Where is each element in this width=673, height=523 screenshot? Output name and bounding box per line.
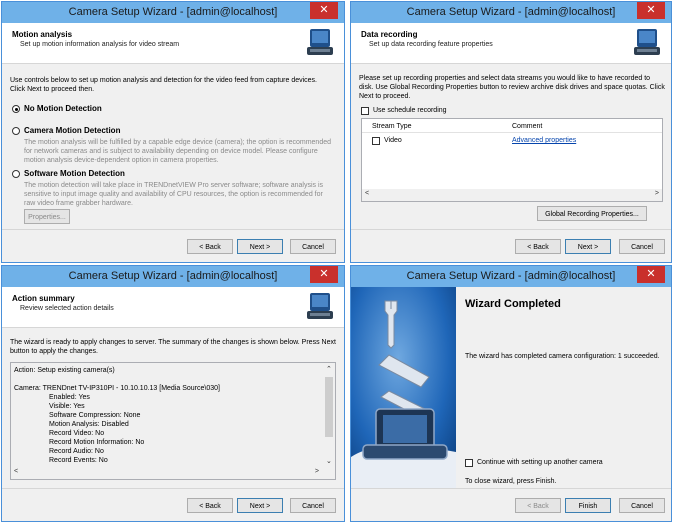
data-recording-window: Camera Setup Wizard - [admin@localhost] …: [350, 1, 672, 263]
streams-list[interactable]: Stream Type Comment Video Advanced prope…: [361, 118, 663, 202]
completed-heading: Wizard Completed: [465, 298, 561, 310]
continue-setup-checkbox[interactable]: [465, 459, 473, 467]
wizard-body: Use controls below to set up motion anal…: [2, 64, 344, 230]
next-button[interactable]: Next >: [237, 239, 283, 254]
properties-button[interactable]: Properties...: [24, 209, 70, 224]
cancel-button[interactable]: Cancel: [619, 498, 665, 513]
wizard-header: Action summary Review selected action de…: [2, 287, 344, 328]
completion-message: The wizard has completed camera configur…: [465, 353, 660, 360]
close-button[interactable]: ✕: [637, 2, 665, 19]
header-subtitle: Review selected action details: [20, 305, 114, 312]
horizontal-scrollbar[interactable]: < >: [11, 467, 335, 479]
close-instruction: To close wizard, press Finish.: [465, 478, 557, 485]
title-bar[interactable]: Camera Setup Wizard - [admin@localhost] …: [2, 266, 344, 287]
camera-wizard-icon: [307, 293, 333, 319]
wizard-footer: < Back Finish Cancel: [351, 488, 671, 521]
scroll-left-icon[interactable]: <: [365, 190, 369, 197]
cancel-button[interactable]: Cancel: [619, 239, 665, 254]
next-button[interactable]: Next >: [565, 239, 611, 254]
schedule-recording-checkbox[interactable]: [361, 107, 369, 115]
cancel-button[interactable]: Cancel: [290, 498, 336, 513]
scroll-left-icon[interactable]: <: [14, 468, 18, 475]
wizard-header: Data recording Set up data recording fea…: [351, 23, 671, 64]
motion-analysis-window: Camera Setup Wizard - [admin@localhost] …: [1, 1, 345, 263]
wizard-banner: [351, 287, 456, 490]
summary-line: Record Motion Information: No: [49, 439, 145, 446]
scroll-up-icon[interactable]: ⌃: [326, 365, 332, 373]
intro-text: The wizard is ready to apply changes to …: [10, 339, 336, 355]
horizontal-scrollbar[interactable]: < >: [362, 189, 662, 201]
software-motion-radio[interactable]: [12, 170, 20, 178]
window-title: Camera Setup Wizard - [admin@localhost]: [406, 270, 616, 282]
action-summary-window: Camera Setup Wizard - [admin@localhost] …: [1, 265, 345, 522]
summary-line: Record Audio: No: [49, 448, 104, 455]
summary-line: Enabled: Yes: [49, 394, 90, 401]
wizard-body: The wizard is ready to apply changes to …: [2, 328, 344, 489]
camera-motion-radio[interactable]: [12, 127, 20, 135]
summary-line: Visible: Yes: [49, 403, 85, 410]
wizard-footer: < Back Next > Cancel: [351, 229, 671, 262]
wizard-footer: < Back Next > Cancel: [2, 229, 344, 262]
back-button[interactable]: < Back: [187, 239, 233, 254]
header-title: Action summary: [12, 294, 75, 303]
back-button[interactable]: < Back: [515, 498, 561, 513]
title-bar[interactable]: Camera Setup Wizard - [admin@localhost] …: [351, 266, 671, 287]
schedule-recording-label[interactable]: Use schedule recording: [373, 106, 447, 115]
continue-setup-label[interactable]: Continue with setting up another camera: [477, 458, 603, 467]
close-button[interactable]: ✕: [310, 2, 338, 19]
summary-line: Record Video: No: [49, 430, 105, 437]
no-motion-radio[interactable]: [12, 105, 20, 113]
scroll-right-icon[interactable]: >: [655, 190, 659, 197]
software-motion-description: The motion detection will take place in …: [24, 182, 324, 207]
camera-wizard-icon: [634, 29, 660, 55]
header-subtitle: Set up motion information analysis for v…: [20, 41, 180, 48]
summary-line: Action: Setup existing camera(s): [14, 367, 115, 374]
scroll-down-icon[interactable]: ⌄: [326, 457, 332, 465]
close-button[interactable]: ✕: [310, 266, 338, 283]
intro-text: Please set up recording properties and s…: [359, 75, 665, 100]
close-button[interactable]: ✕: [637, 266, 665, 283]
title-bar[interactable]: Camera Setup Wizard - [admin@localhost] …: [351, 2, 671, 23]
header-title: Motion analysis: [12, 30, 73, 39]
summary-line: Motion Analysis: Disabled: [49, 421, 129, 428]
window-title: Camera Setup Wizard - [admin@localhost]: [406, 6, 616, 18]
software-motion-label[interactable]: Software Motion Detection: [24, 169, 125, 178]
scroll-right-icon[interactable]: >: [315, 468, 319, 475]
window-title: Camera Setup Wizard - [admin@localhost]: [68, 270, 278, 282]
header-subtitle: Set up data recording feature properties: [369, 41, 493, 48]
next-button[interactable]: Next >: [237, 498, 283, 513]
laptop-icon: [362, 408, 448, 460]
camera-wizard-icon: [307, 29, 333, 55]
header-title: Data recording: [361, 30, 418, 39]
camera-motion-label[interactable]: Camera Motion Detection: [24, 126, 120, 135]
video-stream-label: Video: [384, 137, 402, 144]
summary-line: Record Events: No: [49, 457, 108, 464]
wizard-body: Please set up recording properties and s…: [351, 64, 671, 230]
back-button[interactable]: < Back: [187, 498, 233, 513]
camera-motion-description: The motion analysis will be fulfilled by…: [24, 139, 331, 164]
window-title: Camera Setup Wizard - [admin@localhost]: [68, 6, 278, 18]
cancel-button[interactable]: Cancel: [290, 239, 336, 254]
video-stream-checkbox[interactable]: [372, 137, 380, 145]
column-comment[interactable]: Comment: [512, 122, 542, 131]
global-recording-properties-button[interactable]: Global Recording Properties...: [537, 206, 647, 221]
vertical-scrollbar[interactable]: ⌃ ⌄: [323, 363, 335, 467]
advanced-properties-link[interactable]: Advanced properties: [512, 136, 576, 145]
summary-textbox[interactable]: Action: Setup existing camera(s) Camera:…: [10, 362, 336, 480]
title-bar[interactable]: Camera Setup Wizard - [admin@localhost] …: [2, 2, 344, 23]
summary-line: Camera: TRENDnet TV-IP310PI - 10.10.10.1…: [14, 385, 220, 392]
finish-button[interactable]: Finish: [565, 498, 611, 513]
summary-line: Software Compression: None: [49, 412, 141, 419]
back-button[interactable]: < Back: [515, 239, 561, 254]
no-motion-label[interactable]: No Motion Detection: [24, 104, 102, 113]
column-stream-type[interactable]: Stream Type: [372, 122, 412, 131]
intro-text: Use controls below to set up motion anal…: [10, 77, 318, 93]
wizard-footer: < Back Next > Cancel: [2, 488, 344, 521]
wizard-completed-window: Camera Setup Wizard - [admin@localhost] …: [350, 265, 672, 522]
wizard-header: Motion analysis Set up motion informatio…: [2, 23, 344, 64]
